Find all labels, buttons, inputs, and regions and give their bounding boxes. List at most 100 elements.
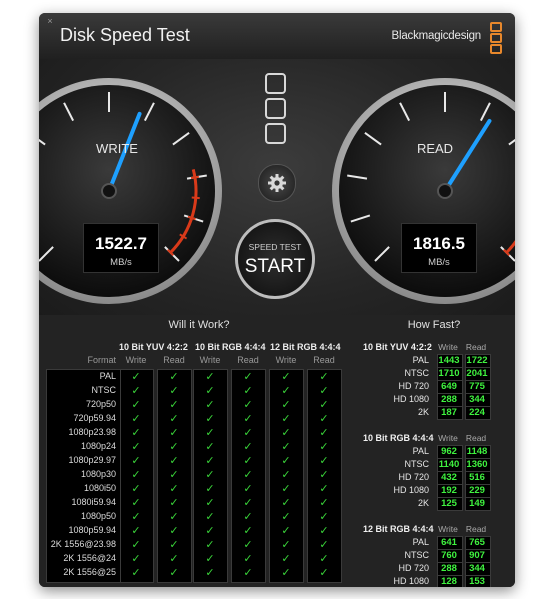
brand-name: Blackmagicdesign — [391, 30, 482, 42]
check-icon: ✓ — [131, 567, 141, 579]
group-header: 12 Bit RGB 4:4:4 — [270, 342, 341, 352]
how-fast-group-header: 12 Bit RGB 4:4:4 — [363, 524, 434, 534]
check-icon: ✓ — [281, 469, 291, 481]
check-icon: ✓ — [205, 497, 215, 509]
check-icon: ✓ — [131, 413, 141, 425]
check-icon: ✓ — [169, 511, 179, 523]
check-icon: ✓ — [281, 511, 291, 523]
check-icon: ✓ — [131, 525, 141, 537]
check-icon: ✓ — [281, 539, 291, 551]
close-icon[interactable]: × — [45, 16, 55, 26]
start-button-label: START — [244, 256, 306, 277]
subcolumn-header: Write — [199, 355, 221, 365]
check-icon: ✓ — [281, 399, 291, 411]
check-icon: ✓ — [281, 525, 291, 537]
check-icon: ✓ — [205, 427, 215, 439]
check-icon: ✓ — [319, 553, 329, 565]
subcolumn-header: Read — [237, 355, 259, 365]
settings-button[interactable] — [258, 164, 296, 202]
format-row-label: 1080p59.94 — [68, 525, 116, 535]
check-icon: ✓ — [169, 455, 179, 467]
how-fast-row-label: HD 720 — [398, 381, 429, 391]
check-icon: ✓ — [319, 539, 329, 551]
read-readout: 1816.5 MB/s — [401, 223, 477, 273]
check-icon: ✓ — [205, 399, 215, 411]
check-icon: ✓ — [243, 427, 253, 439]
write-readout: 1522.7 MB/s — [83, 223, 159, 273]
how-fast-value: 1360 — [466, 459, 488, 470]
write-gauge-redzone-tick — [190, 175, 200, 180]
how-fast-value: 765 — [469, 537, 485, 548]
how-fast-value: 1148 — [466, 446, 488, 457]
check-icon: ✓ — [243, 539, 253, 551]
group-header: 10 Bit YUV 4:2:2 — [119, 342, 188, 352]
check-icon: ✓ — [319, 441, 329, 453]
how-fast-value: 1722 — [466, 355, 488, 366]
how-fast-value: 641 — [441, 537, 457, 548]
check-icon: ✓ — [319, 427, 329, 439]
check-icon: ✓ — [169, 539, 179, 551]
check-icon: ✓ — [131, 455, 141, 467]
write-gauge-label: WRITE — [96, 141, 138, 156]
check-icon: ✓ — [205, 469, 215, 481]
indicator-light — [265, 98, 286, 119]
check-icon: ✓ — [281, 567, 291, 579]
check-icon: ✓ — [319, 455, 329, 467]
check-icon: ✓ — [319, 567, 329, 579]
write-speed-unit: MB/s — [110, 257, 132, 268]
how-fast-row-label: PAL — [412, 446, 429, 456]
how-fast-row-label: NTSC — [404, 459, 430, 469]
write-gauge-redzone-tick — [191, 196, 200, 200]
how-fast-row-label: PAL — [412, 355, 429, 365]
read-speed-unit: MB/s — [428, 257, 450, 268]
format-row-label: 1080p50 — [80, 511, 116, 521]
how-fast-value: 149 — [469, 498, 485, 509]
how-fast-value: 288 — [441, 394, 457, 405]
format-row-label: 1080i50 — [83, 483, 116, 493]
how-fast-subcolumn-header: Read — [465, 433, 487, 443]
check-icon: ✓ — [169, 483, 179, 495]
subcolumn-header: Read — [163, 355, 185, 365]
check-icon: ✓ — [243, 553, 253, 565]
format-row-label: 1080p23.98 — [68, 427, 116, 437]
check-icon: ✓ — [169, 567, 179, 579]
check-icon: ✓ — [169, 469, 179, 481]
format-row-label: 720p59.94 — [73, 413, 116, 423]
check-icon: ✓ — [319, 497, 329, 509]
how-fast-row-label: HD 720 — [398, 472, 429, 482]
check-icon: ✓ — [205, 385, 215, 397]
start-button[interactable]: SPEED TEST START — [235, 219, 315, 299]
check-icon: ✓ — [281, 385, 291, 397]
read-gauge-hub — [437, 183, 453, 199]
check-icon: ✓ — [281, 371, 291, 383]
check-icon: ✓ — [243, 469, 253, 481]
how-fast-subcolumn-header: Read — [465, 342, 487, 352]
how-fast-row-label: PAL — [412, 537, 429, 547]
how-fast-value: 125 — [441, 498, 457, 509]
how-fast-value: 649 — [441, 381, 457, 392]
how-fast-value: 760 — [441, 550, 457, 561]
how-fast-value: 1140 — [438, 459, 460, 470]
subcolumn-header: Write — [275, 355, 297, 365]
how-fast-row-label: HD 1080 — [393, 576, 429, 586]
write-gauge — [39, 78, 222, 304]
start-button-caption: SPEED TEST — [248, 242, 302, 252]
check-icon: ✓ — [319, 469, 329, 481]
format-row-label: 1080p29.97 — [68, 455, 116, 465]
check-icon: ✓ — [243, 511, 253, 523]
format-row-label: 720p50 — [85, 399, 116, 409]
subcolumn-header: Read — [313, 355, 335, 365]
check-icon: ✓ — [243, 399, 253, 411]
will-it-work-heading: Will it Work? — [168, 319, 230, 331]
how-fast-value: 1443 — [438, 355, 460, 366]
gear-icon — [268, 174, 286, 192]
title-bar: × Disk Speed Test Blackmagicdesign — [39, 13, 515, 59]
check-icon: ✓ — [205, 539, 215, 551]
check-icon: ✓ — [169, 441, 179, 453]
check-icon: ✓ — [205, 455, 215, 467]
check-icon: ✓ — [169, 497, 179, 509]
group-header: 10 Bit RGB 4:4:4 — [195, 342, 266, 352]
check-icon: ✓ — [319, 525, 329, 537]
how-fast-subcolumn-header: Write — [438, 524, 458, 534]
format-row-label: 1080p24 — [80, 441, 116, 451]
